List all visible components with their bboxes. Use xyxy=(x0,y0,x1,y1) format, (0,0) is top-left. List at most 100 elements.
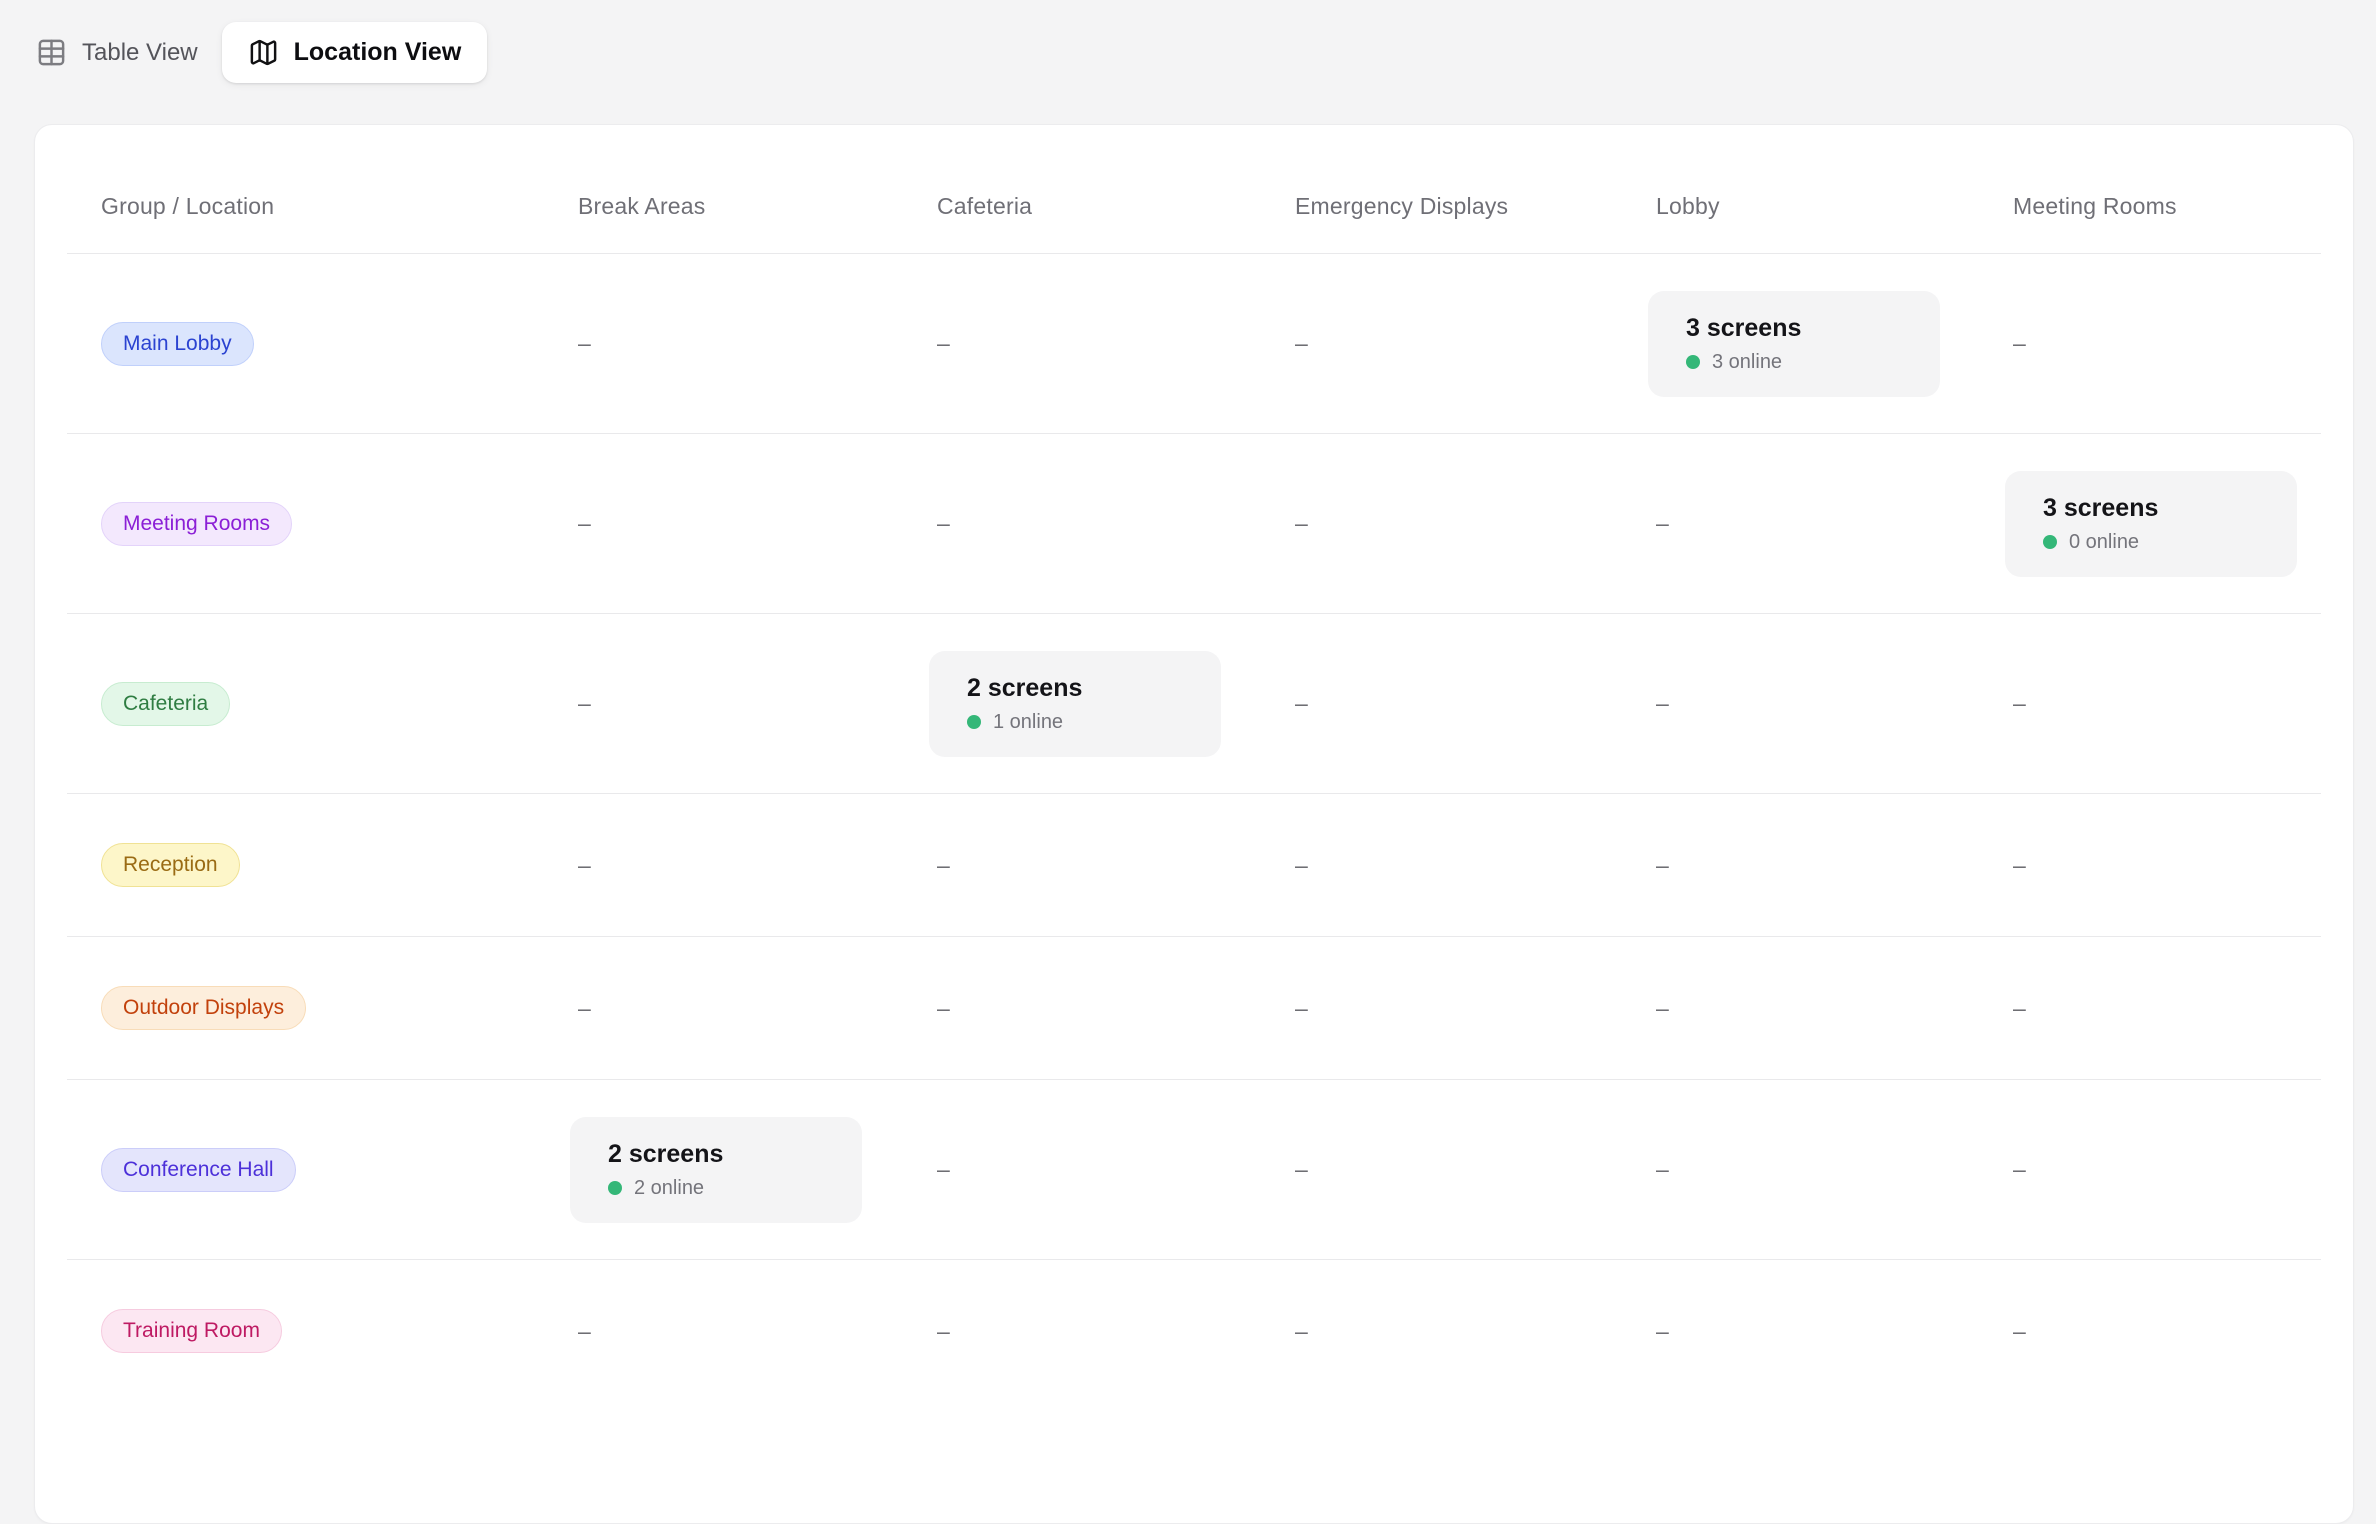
screen-count: 2 screens xyxy=(608,1140,824,1169)
table-row-cafeteria: Cafeteria – 2 screens 1 online – – – xyxy=(67,613,2321,793)
online-status-dot xyxy=(1686,355,1700,369)
empty-cell-dash: – xyxy=(2013,1156,2026,1182)
table-row-main-lobby: Main Lobby – – – 3 screens 3 online – xyxy=(67,253,2321,433)
empty-cell-dash: – xyxy=(1656,1156,1669,1182)
empty-cell-dash: – xyxy=(1295,1318,1308,1344)
matrix-cell: – xyxy=(1295,852,1656,879)
matrix-cell: – xyxy=(1295,1318,1656,1345)
online-status: 1 online xyxy=(967,711,1183,734)
matrix-cell: – xyxy=(578,510,937,537)
matrix-cell: – xyxy=(1656,510,2013,537)
online-count: 2 online xyxy=(634,1177,704,1200)
empty-cell-dash: – xyxy=(1295,690,1308,716)
empty-cell-dash: – xyxy=(1656,995,1669,1021)
tab-location-view-label: Location View xyxy=(294,38,462,67)
group-location-matrix: Group / Location Break Areas Cafeteria E… xyxy=(67,125,2321,1402)
column-header-break-areas: Break Areas xyxy=(578,193,937,253)
matrix-cell: – xyxy=(1656,1318,2013,1345)
empty-cell-dash: – xyxy=(578,330,591,356)
screen-count-card[interactable]: 3 screens 0 online xyxy=(2005,471,2297,577)
empty-cell-dash: – xyxy=(2013,690,2026,716)
table-row-outdoor-displays: Outdoor Displays – – – – – xyxy=(67,936,2321,1079)
matrix-cell: 2 screens 2 online xyxy=(578,1117,937,1223)
matrix-cell: – xyxy=(937,995,1295,1022)
group-badge-main-lobby[interactable]: Main Lobby xyxy=(101,322,254,366)
empty-cell-dash: – xyxy=(1295,330,1308,356)
matrix-cell: – xyxy=(937,510,1295,537)
empty-cell-dash: – xyxy=(937,995,950,1021)
table-grid-icon xyxy=(36,37,67,68)
matrix-cell: 3 screens 3 online xyxy=(1656,291,2013,397)
online-status: 0 online xyxy=(2043,531,2259,554)
online-status-dot xyxy=(967,715,981,729)
empty-cell-dash: – xyxy=(1656,1318,1669,1344)
matrix-cell: – xyxy=(937,852,1295,879)
screen-count-card[interactable]: 2 screens 2 online xyxy=(570,1117,862,1223)
matrix-cell: – xyxy=(937,1318,1295,1345)
matrix-cell: – xyxy=(578,995,937,1022)
column-header-cafeteria: Cafeteria xyxy=(937,193,1295,253)
online-count: 0 online xyxy=(2069,531,2139,554)
empty-cell-dash: – xyxy=(937,1318,950,1344)
table-row-meeting-rooms: Meeting Rooms – – – – 3 screens 0 online xyxy=(67,433,2321,613)
matrix-cell: – xyxy=(578,852,937,879)
online-status: 2 online xyxy=(608,1177,824,1200)
tab-table-view[interactable]: Table View xyxy=(36,37,198,68)
matrix-cell: – xyxy=(1295,690,1656,717)
matrix-cell: – xyxy=(578,330,937,357)
matrix-cell: – xyxy=(2013,852,2321,879)
group-badge-outdoor-displays[interactable]: Outdoor Displays xyxy=(101,986,306,1030)
matrix-cell: – xyxy=(578,690,937,717)
matrix-cell: – xyxy=(1656,852,2013,879)
group-badge-cafeteria[interactable]: Cafeteria xyxy=(101,682,230,726)
empty-cell-dash: – xyxy=(578,995,591,1021)
matrix-cell: – xyxy=(1656,1156,2013,1183)
empty-cell-dash: – xyxy=(1295,510,1308,536)
map-icon xyxy=(248,37,279,68)
matrix-cell: – xyxy=(1656,690,2013,717)
matrix-cell: – xyxy=(2013,690,2321,717)
online-status-dot xyxy=(2043,535,2057,549)
empty-cell-dash: – xyxy=(578,690,591,716)
view-toggle: Table View Location View xyxy=(0,0,2376,83)
matrix-cell: 3 screens 0 online xyxy=(2013,471,2321,577)
group-badge-conference-hall[interactable]: Conference Hall xyxy=(101,1148,296,1192)
empty-cell-dash: – xyxy=(937,510,950,536)
column-header-lobby: Lobby xyxy=(1656,193,2013,253)
matrix-cell: – xyxy=(2013,1318,2321,1345)
online-status: 3 online xyxy=(1686,351,1902,374)
matrix-cell: – xyxy=(2013,330,2321,357)
empty-cell-dash: – xyxy=(1656,852,1669,878)
column-header-group-location: Group / Location xyxy=(67,193,578,253)
matrix-cell: – xyxy=(578,1318,937,1345)
group-badge-training-room[interactable]: Training Room xyxy=(101,1309,282,1353)
empty-cell-dash: – xyxy=(937,852,950,878)
matrix-cell: – xyxy=(2013,1156,2321,1183)
matrix-cell: – xyxy=(1295,995,1656,1022)
matrix-cell: – xyxy=(1656,995,2013,1022)
matrix-header-row: Group / Location Break Areas Cafeteria E… xyxy=(67,125,2321,253)
matrix-cell: – xyxy=(1295,510,1656,537)
column-header-emergency-displays: Emergency Displays xyxy=(1295,193,1656,253)
empty-cell-dash: – xyxy=(937,1156,950,1182)
group-badge-meeting-rooms[interactable]: Meeting Rooms xyxy=(101,502,292,546)
empty-cell-dash: – xyxy=(2013,330,2026,356)
empty-cell-dash: – xyxy=(2013,852,2026,878)
empty-cell-dash: – xyxy=(2013,995,2026,1021)
table-row-reception: Reception – – – – – xyxy=(67,793,2321,936)
matrix-cell: – xyxy=(1295,330,1656,357)
screen-count-card[interactable]: 2 screens 1 online xyxy=(929,651,1221,757)
empty-cell-dash: – xyxy=(578,1318,591,1344)
group-badge-reception[interactable]: Reception xyxy=(101,843,240,887)
online-status-dot xyxy=(608,1181,622,1195)
tab-table-view-label: Table View xyxy=(82,39,198,67)
matrix-cell: 2 screens 1 online xyxy=(937,651,1295,757)
empty-cell-dash: – xyxy=(937,330,950,356)
tab-location-view[interactable]: Location View xyxy=(222,22,488,83)
empty-cell-dash: – xyxy=(1295,1156,1308,1182)
column-header-meeting-rooms: Meeting Rooms xyxy=(2013,193,2321,253)
table-row-conference-hall: Conference Hall 2 screens 2 online – – –… xyxy=(67,1079,2321,1259)
screen-count-card[interactable]: 3 screens 3 online xyxy=(1648,291,1940,397)
empty-cell-dash: – xyxy=(1295,852,1308,878)
empty-cell-dash: – xyxy=(1656,510,1669,536)
